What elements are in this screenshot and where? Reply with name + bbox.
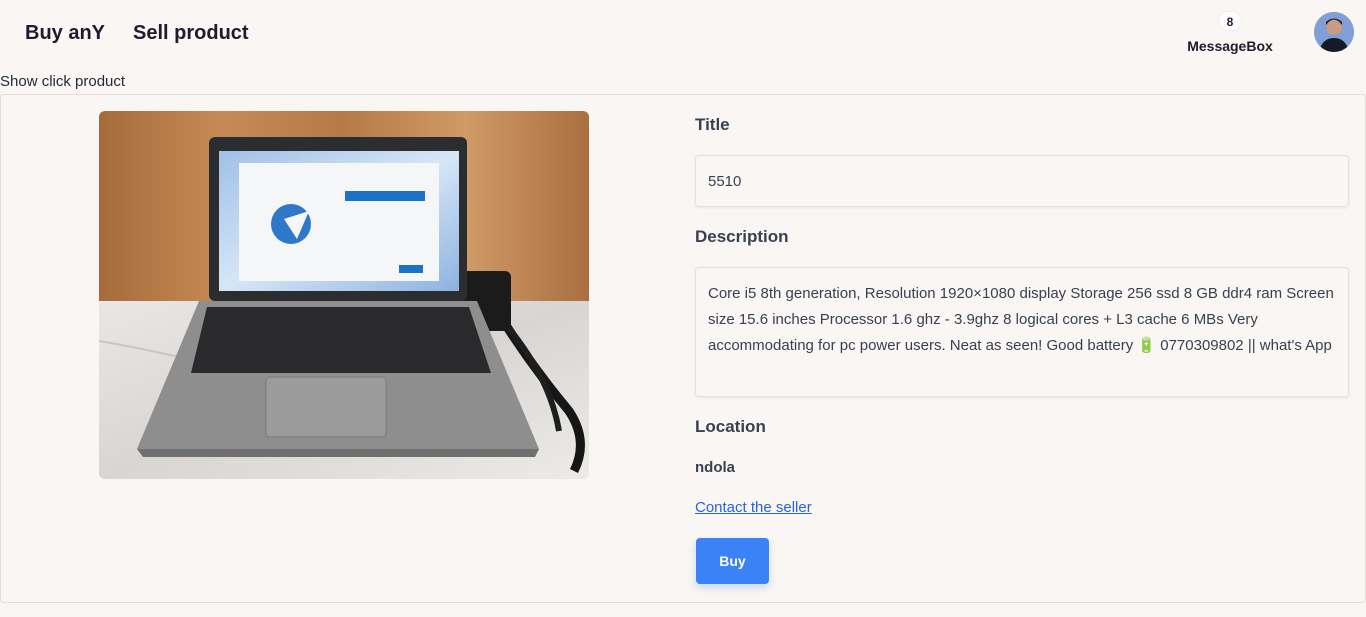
product-photo — [99, 111, 589, 479]
avatar-image — [1314, 12, 1354, 52]
title-label: Title — [695, 115, 730, 134]
title-field: 5510 — [695, 155, 1349, 207]
contact-seller-link[interactable]: Contact the seller — [695, 499, 812, 516]
top-navbar: Buy anY Sell product 8 MessageBox — [0, 0, 1366, 70]
messagebox-button[interactable]: 8 MessageBox — [1180, 11, 1280, 61]
laptop-image — [99, 111, 589, 479]
messagebox-label: MessageBox — [1187, 38, 1273, 54]
nav-buy-any-link[interactable]: Buy anY — [25, 21, 105, 45]
nav-sell-product-link[interactable]: Sell product — [133, 21, 249, 45]
buy-button[interactable]: Buy — [696, 538, 769, 584]
message-count-badge: 8 — [1218, 11, 1242, 31]
location-value: ndola — [695, 459, 735, 476]
location-label: Location — [695, 417, 766, 436]
page-caption: Show click product — [0, 73, 126, 90]
description-label: Description — [695, 227, 789, 246]
description-field: Core i5 8th generation, Resolution 1920×… — [695, 267, 1349, 397]
user-avatar[interactable] — [1314, 12, 1354, 52]
